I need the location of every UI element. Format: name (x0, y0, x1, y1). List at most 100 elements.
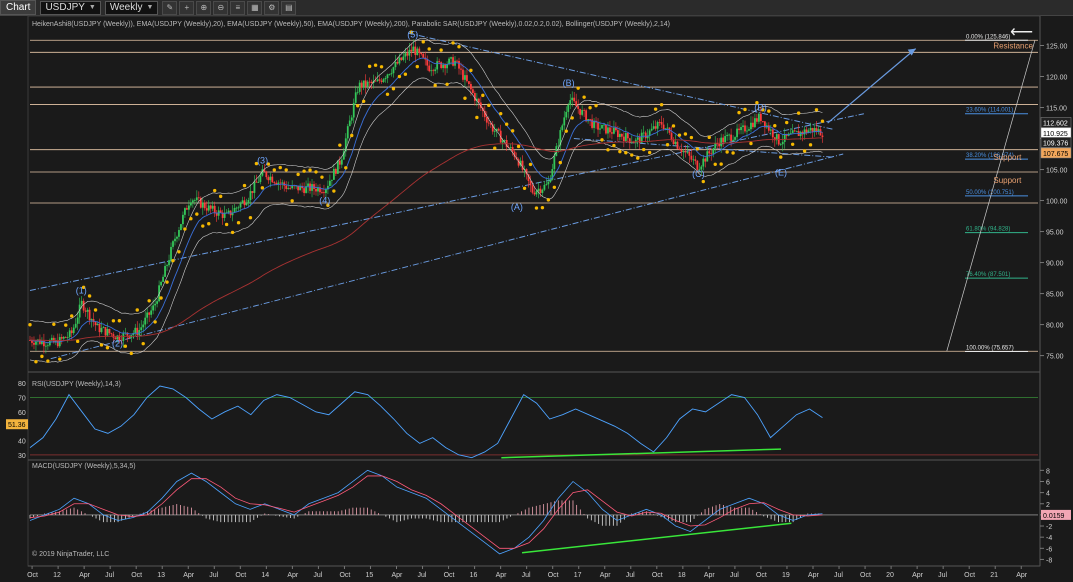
arrow-left-icon[interactable]: ⟵ (1010, 22, 1033, 42)
candle-body (255, 181, 258, 183)
candle-body (275, 182, 278, 185)
candle-body (680, 149, 683, 153)
candle-body (56, 340, 59, 347)
candle-body (164, 266, 166, 277)
candle-body (557, 145, 560, 147)
candle-body (68, 330, 71, 337)
candle-body (356, 91, 359, 93)
fib-level-label: 23.60% (114.001) (966, 108, 1013, 114)
parabolic-sar-dot (618, 149, 622, 154)
candle-body (243, 200, 246, 206)
candle-body (374, 80, 377, 82)
candle-body (186, 208, 188, 210)
parabolic-sar-dot (195, 212, 199, 216)
candle-body (464, 75, 466, 80)
parabolic-sar-dot (642, 147, 646, 152)
candle-body (539, 188, 542, 193)
parabolic-sar-dot (361, 99, 366, 103)
x-tick-label: Apr (183, 572, 195, 579)
candle-body (136, 327, 139, 336)
candle-body (426, 59, 429, 66)
x-tick-label: Apr (79, 572, 91, 579)
candle-body (795, 131, 798, 132)
wave-label: (2) (112, 338, 123, 348)
parabolic-sar-dot (141, 341, 145, 346)
parabolic-sar-dot (689, 135, 694, 140)
candle-body (98, 323, 101, 333)
x-tick-label: Apr (392, 572, 404, 579)
candle-body (271, 176, 274, 183)
parabolic-sar-dot (743, 107, 747, 112)
candle-body (285, 185, 288, 189)
candle-body (611, 132, 613, 134)
parabolic-sar-dot (534, 206, 539, 210)
candle-body (146, 312, 149, 318)
candle-body (549, 179, 552, 182)
parabolic-sar-dot (117, 319, 122, 323)
parabolic-sar-dot (671, 124, 676, 128)
parabolic-sar-dot (296, 172, 300, 177)
parabolic-sar-dot (516, 144, 521, 149)
parabolic-sar-dot (493, 146, 497, 150)
candle-body (660, 122, 663, 125)
parabolic-sar-dot (87, 294, 92, 298)
parabolic-sar-dot (391, 87, 396, 91)
x-tick-label: 18 (678, 572, 686, 579)
candle-body (82, 300, 85, 311)
x-tick-label: Apr (287, 572, 299, 579)
x-tick-label: Apr (704, 572, 716, 579)
parabolic-sar-dot (290, 199, 294, 203)
candle-body (748, 129, 750, 131)
candle-body (414, 46, 417, 56)
candle-body (227, 210, 230, 213)
parabolic-sar-dot (499, 111, 503, 116)
candle-body (630, 142, 633, 144)
candle-body (406, 53, 409, 56)
candle-body (168, 260, 170, 266)
candle-body (585, 110, 588, 122)
price-y-tick-label: 80.00 (1046, 323, 1064, 330)
parabolic-sar-dot (820, 119, 825, 123)
candle-body (769, 129, 772, 131)
candle-body (601, 124, 603, 129)
candle-body (575, 101, 578, 107)
candle-body (156, 301, 159, 304)
candle-body (86, 309, 89, 312)
candle-body (315, 188, 317, 192)
candle-body (531, 185, 534, 193)
candle-body (90, 319, 93, 321)
candle-body (279, 182, 282, 184)
candle-body (247, 200, 250, 204)
copyright-text: © 2019 NinjaTrader, LLC (32, 550, 109, 558)
candle-body (533, 192, 536, 195)
parabolic-sar-dot (451, 41, 455, 45)
parabolic-sar-dot (779, 155, 783, 159)
parabolic-sar-dot (248, 216, 253, 220)
candle-body (380, 80, 383, 82)
parabolic-sar-dot (40, 354, 44, 359)
candle-body (346, 126, 349, 139)
candle-body (752, 122, 754, 128)
parabolic-sar-dot (373, 63, 378, 67)
candle-body (567, 104, 570, 112)
candle-body (497, 128, 500, 131)
parabolic-sar-dot (522, 186, 527, 191)
macd-panel-title: MACD(USDJPY (Weekly),5,34,5) (32, 463, 136, 470)
parabolic-sar-dot (540, 205, 545, 210)
fib-level-label: 50.00% (100.751) (966, 190, 1014, 196)
candle-body (84, 310, 87, 312)
support-resistance-label: Support (993, 153, 1022, 162)
x-tick-label: 19 (782, 572, 790, 579)
parabolic-sar-dot (350, 133, 354, 138)
candle-body (458, 60, 460, 69)
candle-body (686, 151, 689, 153)
candle-body (96, 323, 99, 326)
candle-body (348, 120, 351, 127)
candle-body (251, 191, 254, 193)
parabolic-sar-dot (64, 323, 68, 327)
candle-body (362, 80, 365, 88)
macd-y-tick-label: 4 (1046, 491, 1050, 498)
parabolic-sar-dot (34, 360, 38, 364)
candle-body (352, 102, 355, 118)
candle-body (76, 317, 79, 324)
